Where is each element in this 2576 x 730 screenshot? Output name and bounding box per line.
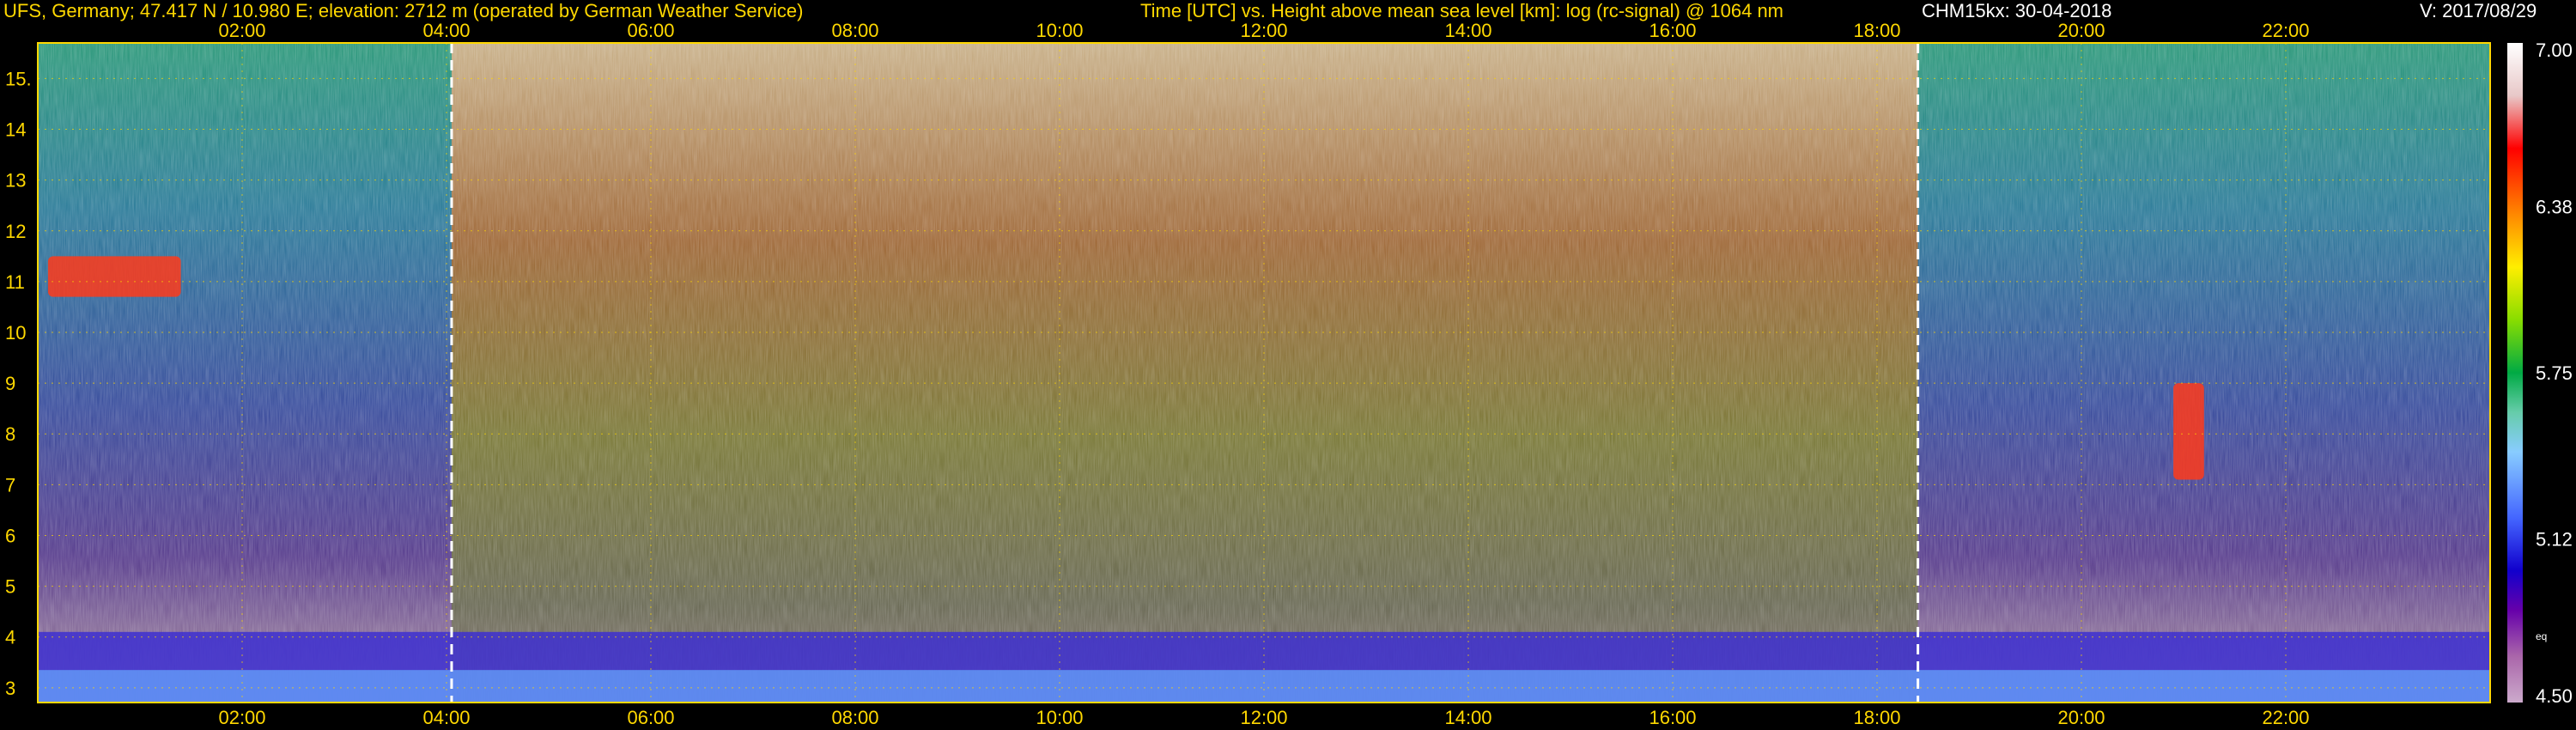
y-tick-label: 14 bbox=[5, 119, 26, 141]
y-tick-label: 6 bbox=[5, 525, 15, 546]
x-axis-top: 02:00 04:00 06:00 08:00 10:00 12:00 14:00 16:00… bbox=[218, 20, 2309, 41]
x-tick-label-top: 20:00 bbox=[2057, 20, 2105, 41]
y-tick-label: 9 bbox=[5, 373, 15, 394]
x-tick-label-bottom: 10:00 bbox=[1036, 707, 1083, 728]
cloud-patch bbox=[47, 256, 181, 297]
y-tick-label: 7 bbox=[5, 474, 15, 496]
y-tick-label: 10 bbox=[5, 322, 26, 344]
colorbar-tick-label: 5.12 bbox=[2536, 529, 2573, 551]
x-tick-label-bottom: 04:00 bbox=[422, 707, 470, 728]
x-tick-label-top: 16:00 bbox=[1649, 20, 1696, 41]
y-tick-label: 8 bbox=[5, 423, 15, 445]
x-tick-label-bottom: 22:00 bbox=[2262, 707, 2309, 728]
x-tick-label-bottom: 16:00 bbox=[1649, 707, 1696, 728]
x-tick-label-top: 10:00 bbox=[1036, 20, 1083, 41]
x-tick-label-bottom: 08:00 bbox=[831, 707, 878, 728]
plot-area bbox=[38, 43, 2490, 703]
y-tick-label: 5 bbox=[5, 576, 15, 598]
boundary-layer-base bbox=[38, 670, 2490, 703]
x-tick-label-bottom: 02:00 bbox=[218, 707, 265, 728]
y-tick-label: 4 bbox=[5, 627, 15, 648]
x-tick-label-top: 08:00 bbox=[831, 20, 878, 41]
y-axis: 3 4 5 6 7 8 9 10 11 12 13 14 15. bbox=[5, 68, 32, 698]
x-tick-label-bottom: 14:00 bbox=[1444, 707, 1492, 728]
y-tick-label: 3 bbox=[5, 678, 15, 699]
colorbar-unit: eq bbox=[2536, 630, 2547, 642]
colorbar-tick-label: 5.75 bbox=[2536, 362, 2573, 384]
colorbar-tick-label: 4.50 bbox=[2536, 685, 2573, 707]
x-tick-label-top: 06:00 bbox=[627, 20, 674, 41]
y-tick-label: 12 bbox=[5, 221, 26, 242]
x-axis-bottom: 02:00 04:00 06:00 08:00 10:00 12:00 14:00 16:00… bbox=[218, 707, 2309, 728]
colorbar-tick-label: 6.38 bbox=[2536, 196, 2573, 217]
y-tick-label: 15. bbox=[5, 68, 32, 89]
chart: 02:00 04:00 06:00 08:00 10:00 12:00 14:00 16:00… bbox=[5, 20, 2573, 728]
x-tick-label-top: 02:00 bbox=[218, 20, 265, 41]
x-tick-label-top: 14:00 bbox=[1444, 20, 1492, 41]
x-tick-label-top: 04:00 bbox=[422, 20, 470, 41]
colorbar-tick-label: 7.00 bbox=[2536, 40, 2573, 61]
x-tick-label-bottom: 20:00 bbox=[2057, 707, 2105, 728]
x-tick-label-bottom: 12:00 bbox=[1240, 707, 1287, 728]
x-tick-label-top: 18:00 bbox=[1853, 20, 1900, 41]
y-tick-label: 11 bbox=[5, 271, 25, 293]
x-tick-label-bottom: 18:00 bbox=[1853, 707, 1900, 728]
x-tick-label-bottom: 06:00 bbox=[627, 707, 674, 728]
x-tick-label-top: 22:00 bbox=[2262, 20, 2309, 41]
colorbar: 7.00 6.38 5.75 5.12 4.50 eq bbox=[2507, 40, 2573, 707]
y-tick-label: 13 bbox=[5, 170, 26, 192]
cloud-patch bbox=[2173, 383, 2204, 480]
x-tick-label-top: 12:00 bbox=[1240, 20, 1287, 41]
colorbar-gradient bbox=[2507, 43, 2523, 703]
